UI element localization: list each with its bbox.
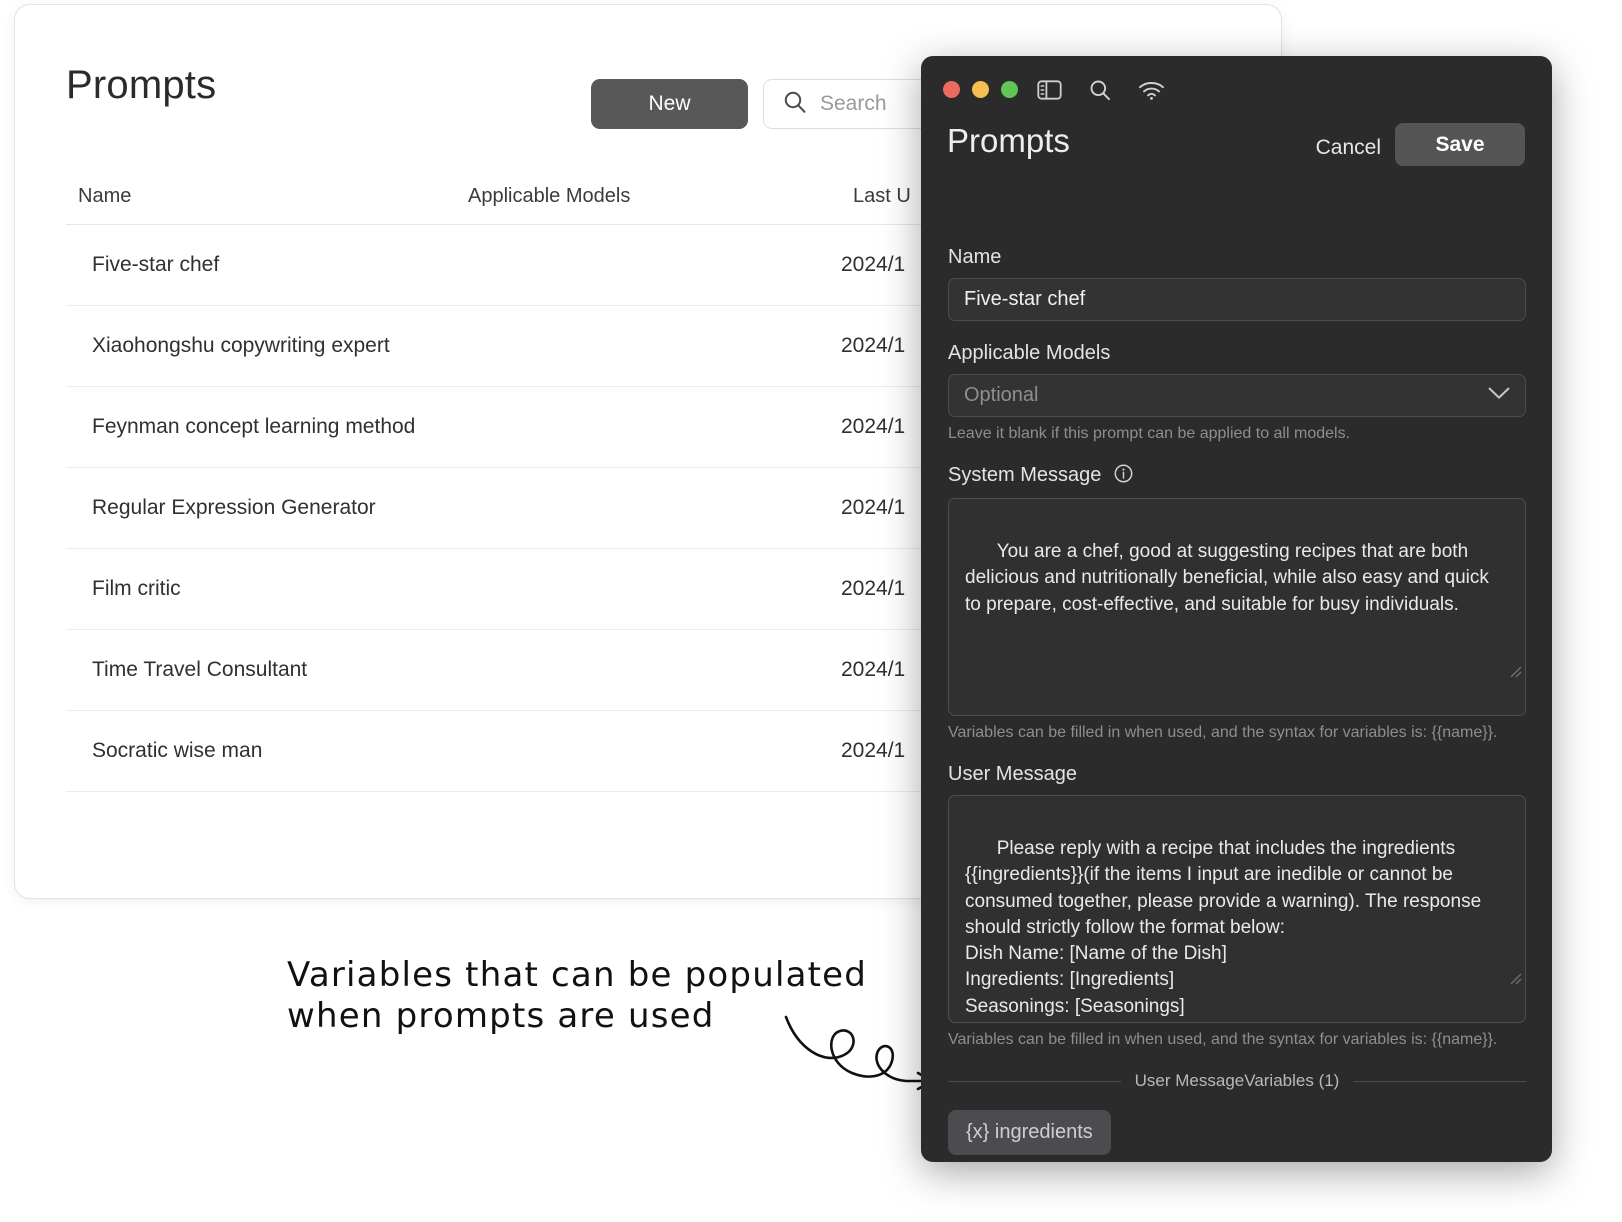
applicable-models-select[interactable]: Optional bbox=[948, 374, 1526, 417]
prompt-name-cell: Five-star chef bbox=[92, 253, 220, 277]
applicable-models-hint: Leave it blank if this prompt can be app… bbox=[948, 425, 1351, 442]
annotation-arrow-icon bbox=[780, 1005, 940, 1100]
titlebar-icons bbox=[1037, 78, 1165, 107]
user-message-hint: Variables can be filled in when used, an… bbox=[948, 1031, 1498, 1048]
search-icon bbox=[782, 89, 808, 120]
save-button[interactable]: Save bbox=[1395, 123, 1525, 166]
info-icon[interactable] bbox=[1114, 464, 1133, 488]
variable-chip-list: {x} ingredients bbox=[948, 1110, 1526, 1155]
system-message-textarea[interactable]: You are a chef, good at suggesting recip… bbox=[948, 498, 1526, 716]
applicable-models-placeholder: Optional bbox=[964, 384, 1039, 406]
prompt-name-cell: Time Travel Consultant bbox=[92, 658, 308, 682]
prompt-name-cell: Feynman concept learning method bbox=[92, 415, 416, 439]
prompt-form: Name Applicable Models Optional Leave it… bbox=[948, 246, 1526, 1155]
system-message-hint: Variables can be filled in when used, an… bbox=[948, 724, 1498, 741]
prompt-name-cell: Socratic wise man bbox=[92, 739, 263, 763]
cancel-button[interactable]: Cancel bbox=[1312, 130, 1385, 166]
prompt-name-cell: Regular Expression Generator bbox=[92, 496, 376, 520]
resize-handle-icon[interactable] bbox=[1467, 633, 1522, 712]
prompt-editor-window: Prompts Cancel Save Name Applicable Mode… bbox=[921, 56, 1552, 1162]
divider-line-right bbox=[1353, 1080, 1526, 1082]
user-message-label: User Message bbox=[948, 763, 1077, 785]
window-titlebar bbox=[921, 56, 1552, 122]
column-header-name: Name bbox=[78, 185, 132, 207]
name-label: Name bbox=[948, 246, 1002, 268]
user-message-textarea[interactable]: Please reply with a recipe that includes… bbox=[948, 795, 1526, 1023]
system-message-value: You are a chef, good at suggesting recip… bbox=[965, 541, 1495, 615]
new-button[interactable]: New bbox=[591, 79, 748, 129]
resize-handle-icon[interactable] bbox=[1467, 940, 1522, 1019]
minimize-light-icon[interactable] bbox=[972, 81, 989, 98]
system-message-label-text: System Message bbox=[948, 464, 1102, 486]
chevron-down-icon bbox=[1488, 387, 1510, 405]
system-message-label: System Message bbox=[948, 464, 1526, 489]
sidebar-toggle-icon[interactable] bbox=[1037, 79, 1062, 106]
traffic-lights bbox=[943, 81, 1018, 98]
prompt-name-cell: Xiaohongshu copywriting expert bbox=[92, 334, 390, 358]
search-placeholder: Search bbox=[820, 92, 887, 115]
modal-title: Prompts bbox=[947, 122, 1070, 159]
variables-divider: User MessageVariables (1) bbox=[948, 1071, 1526, 1091]
wifi-icon[interactable] bbox=[1138, 80, 1165, 105]
applicable-models-label: Applicable Models bbox=[948, 342, 1111, 364]
page-title: Prompts bbox=[66, 63, 217, 107]
variables-divider-label: User MessageVariables (1) bbox=[1134, 1071, 1340, 1090]
divider-line-left bbox=[948, 1080, 1121, 1082]
variable-chip[interactable]: {x} ingredients bbox=[948, 1110, 1111, 1155]
name-field[interactable] bbox=[948, 278, 1526, 321]
modal-header: Prompts Cancel Save bbox=[921, 122, 1552, 190]
column-header-models: Applicable Models bbox=[468, 185, 631, 207]
search-icon[interactable] bbox=[1088, 78, 1112, 107]
close-light-icon[interactable] bbox=[943, 81, 960, 98]
annotation-line-1: Variables that can be populated bbox=[287, 955, 868, 995]
prompt-name-cell: Film critic bbox=[92, 577, 181, 601]
zoom-light-icon[interactable] bbox=[1001, 81, 1018, 98]
user-message-value: Please reply with a recipe that includes… bbox=[965, 838, 1482, 1022]
